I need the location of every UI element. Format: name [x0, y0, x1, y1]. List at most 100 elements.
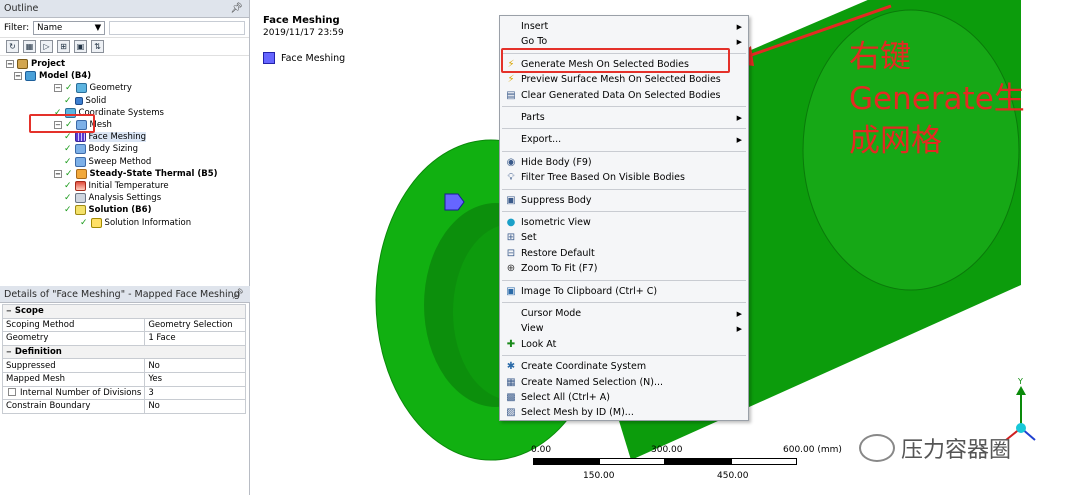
filter-tree-icon[interactable]: ▦: [23, 40, 36, 53]
menu-item[interactable]: Insert ▶: [502, 19, 746, 34]
outline-toolbar: ↻ ▦ ▷ ⊞ ▣ ⇅: [0, 38, 249, 56]
solid-icon: [74, 96, 83, 105]
details-row-value[interactable]: 1 Face: [148, 333, 175, 343]
details-row[interactable]: Mapped Mesh Yes: [1, 371, 246, 387]
menu-item-label: Select Mesh by ID (M)...: [521, 407, 634, 419]
details-row[interactable]: Suppressed No: [1, 358, 246, 373]
submenu-arrow-icon: ▶: [736, 309, 742, 318]
coord-sys-icon: ✱: [506, 361, 516, 373]
collapse-icon[interactable]: −: [6, 307, 12, 315]
menu-item-label: Insert: [521, 21, 549, 32]
menu-item[interactable]: Export... ▶: [502, 132, 746, 147]
menu-item[interactable]: Cursor Mode ▶: [502, 306, 746, 321]
details-row-value[interactable]: 3: [148, 388, 153, 398]
tree-node[interactable]: ✓ Sweep Method: [64, 156, 151, 168]
menu-item[interactable]: ✱ Create Coordinate System: [502, 359, 746, 374]
blank-icon: [504, 307, 518, 321]
details-row[interactable]: Scoping Method Geometry Selection: [1, 317, 246, 333]
menu-item[interactable]: ▤ Clear Generated Data On Selected Bodies: [502, 88, 746, 103]
submenu-arrow-icon: ▶: [736, 37, 742, 46]
details-row[interactable]: Internal Number of Divisions 3: [1, 385, 246, 401]
lightning-icon: ⚡: [507, 74, 515, 86]
status-check-icon: ✓: [65, 168, 73, 179]
menu-item-label: Hide Body (F9): [521, 156, 592, 168]
details-group-row[interactable]: − Definition: [2, 344, 246, 360]
eye-icon: ◉: [506, 156, 516, 168]
menu-item-label: Image To Clipboard (Ctrl+ C): [521, 285, 658, 297]
tree-node-label: Solution (B6): [88, 205, 152, 216]
menu-item[interactable]: ▨ Select Mesh by ID (M)...: [502, 405, 746, 420]
filter-value: Name: [37, 22, 63, 33]
pin-icon[interactable]: 📌︎: [231, 289, 244, 300]
suppress-icon[interactable]: ▷: [40, 40, 53, 53]
collapse-icon[interactable]: −: [6, 348, 12, 356]
menu-item[interactable]: ▦ Create Named Selection (N)...: [502, 375, 746, 390]
collapse-icon[interactable]: ▣: [74, 40, 87, 53]
tree-node[interactable]: ✓ Solution (B6): [64, 204, 151, 216]
menu-item[interactable]: ⚡ Preview Surface Mesh On Selected Bodies: [502, 72, 746, 87]
tree-node[interactable]: − ✓ Steady-State Thermal (B5): [54, 168, 218, 180]
details-row-value[interactable]: No: [148, 361, 160, 371]
menu-item-label: Set: [521, 232, 537, 244]
menu-item[interactable]: ▩ Select All (Ctrl+ A): [502, 390, 746, 405]
collapse-icon[interactable]: −: [14, 72, 22, 81]
details-row-label: Constrain Boundary: [6, 401, 91, 412]
refresh-icon[interactable]: ↻: [6, 40, 19, 53]
sort-icon[interactable]: ⇅: [91, 40, 104, 53]
submenu-arrow-icon: ▶: [736, 135, 742, 144]
menu-separator: [502, 355, 746, 357]
details-row-value[interactable]: Yes: [148, 374, 162, 384]
tree-node[interactable]: ✓ Analysis Settings: [64, 192, 161, 204]
tree-node[interactable]: ✓ Initial Temperature: [64, 180, 169, 192]
menu-item[interactable]: Parts ▶: [502, 110, 746, 125]
menu-item[interactable]: View ▶: [502, 321, 746, 336]
tree-node[interactable]: − Project: [6, 58, 65, 70]
parameter-checkbox[interactable]: [8, 388, 16, 397]
menu-item-label: Select All (Ctrl+ A): [521, 392, 610, 403]
details-title-bar: Details of "Face Meshing" - Mapped Face …: [0, 286, 250, 303]
details-row-value[interactable]: No: [148, 401, 160, 411]
tree-node-label: Model (B4): [39, 71, 92, 82]
tree-node[interactable]: ✓ Solid: [64, 95, 106, 107]
details-group-row[interactable]: − Scope: [2, 304, 246, 319]
left-panel: Outline 📌︎ Filter: Name ▼ ↻ ▦ ▷ ⊞ ▣ ⇅ − P…: [0, 0, 250, 495]
look-at-icon: ✚: [506, 338, 516, 350]
menu-item[interactable]: ● Isometric View: [502, 215, 746, 230]
solution-icon: [74, 205, 86, 216]
tree-node[interactable]: − Model (B4): [14, 70, 91, 82]
filter-input[interactable]: [109, 20, 245, 35]
menu-item[interactable]: 💡︎ Filter Tree Based On Visible Bodies: [502, 170, 746, 185]
menu-item[interactable]: ⊕ Zoom To Fit (F7): [502, 261, 746, 276]
details-row-value[interactable]: Geometry Selection: [148, 320, 232, 330]
camera-icon: ▣: [506, 285, 516, 297]
menu-item-label: Create Named Selection (N)...: [521, 376, 664, 388]
scale-label-450: 450.00: [717, 471, 749, 481]
tree-node[interactable]: ✓ Body Sizing: [64, 143, 138, 155]
legend-swatch: [263, 52, 275, 64]
details-row-label: Mapped Mesh: [6, 374, 66, 385]
tree-node[interactable]: ✓ Solution Information: [80, 217, 191, 229]
details-row[interactable]: Geometry 1 Face: [1, 331, 246, 346]
details-group-label: Definition: [14, 347, 62, 358]
blank-icon: [504, 111, 518, 125]
collapse-icon[interactable]: −: [54, 84, 62, 93]
pin-icon[interactable]: 📌︎: [230, 3, 243, 14]
menu-item[interactable]: ▣ Suppress Body: [502, 193, 746, 208]
details-row[interactable]: Constrain Boundary No: [1, 399, 246, 414]
axis-y-label: Y: [1018, 377, 1023, 386]
details-row-label: Suppressed: [6, 360, 56, 371]
menu-item[interactable]: ⊟ Restore Default: [502, 246, 746, 261]
collapse-icon[interactable]: −: [54, 169, 62, 178]
menu-item[interactable]: ⊞ Set: [502, 230, 746, 245]
status-check-icon: ✓: [65, 83, 73, 94]
details-row-label: Geometry: [6, 333, 49, 344]
info-icon: [90, 217, 102, 228]
tree-node[interactable]: − ✓ Geometry: [54, 82, 132, 94]
collapse-icon[interactable]: −: [6, 60, 14, 68]
menu-item[interactable]: ✚ Look At: [502, 337, 746, 352]
menu-item[interactable]: ▣ Image To Clipboard (Ctrl+ C): [502, 284, 746, 299]
status-check-icon: ✓: [64, 181, 72, 191]
menu-item[interactable]: ◉ Hide Body (F9): [502, 155, 746, 170]
filter-select[interactable]: Name ▼: [33, 20, 106, 35]
expand-all-icon[interactable]: ⊞: [57, 40, 70, 53]
